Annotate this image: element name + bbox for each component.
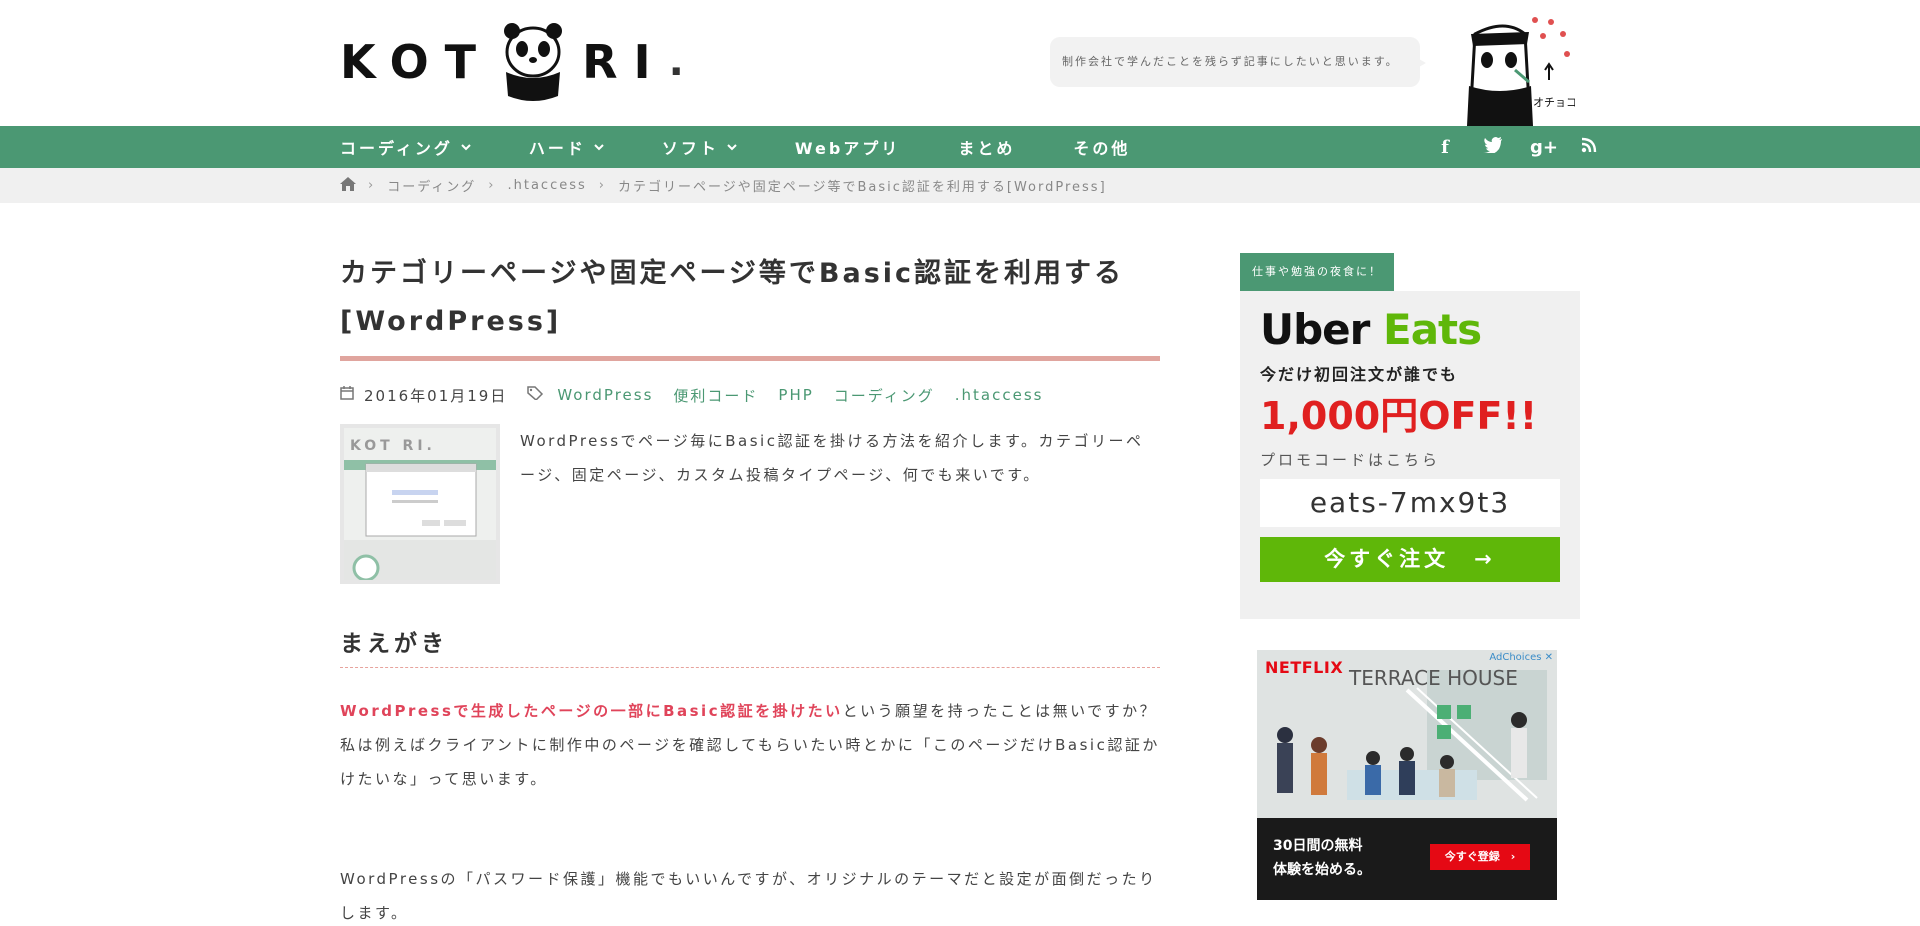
article-thumbnail: KOT RI. <box>340 424 500 584</box>
body-paragraph: 私は例えばクライアントに制作中のページを確認してもらいたい時とかに「このページだ… <box>340 736 1160 788</box>
chevron-down-icon <box>461 141 471 154</box>
ad-text-line2: 体験を始める。 <box>1273 862 1371 878</box>
promo-line: 今だけ初回注文が誰でも <box>1260 365 1459 384</box>
nav-item-label: まとめ <box>958 139 1016 158</box>
tag-link[interactable]: WordPress <box>557 386 653 404</box>
ad-text-line1: 30日間の無料 <box>1273 838 1363 854</box>
promo-discount: 1,000円OFF!! <box>1260 394 1538 438</box>
social-links: f g+ <box>1408 126 1600 168</box>
logo-text-left: KOT <box>340 35 493 89</box>
chevron-down-icon <box>727 141 737 154</box>
rss-icon[interactable] <box>1578 137 1600 158</box>
sidebar-label: 仕事や勉強の夜食に！ <box>1240 253 1394 291</box>
svg-text:KOT RI.: KOT RI. <box>350 438 436 454</box>
chevron-down-icon <box>594 141 604 154</box>
promo-code[interactable]: eats-7mx9t3 <box>1260 479 1560 527</box>
breadcrumb-item-coding[interactable]: コーディング <box>387 176 476 195</box>
tag-link[interactable]: .htaccess <box>955 386 1044 404</box>
ad-footer: 30日間の無料 体験を始める。 今すぐ登録 › <box>1257 818 1557 900</box>
promo-code-label: プロモコードはこちら <box>1260 451 1441 469</box>
body-paragraph: WordPressで生成したページの一部にBasic認証を掛けたいという願望を持… <box>340 694 1160 728</box>
site-logo[interactable]: KOT RI . <box>340 22 684 102</box>
netflix-ad[interactable]: NETFLIX AdChoices ✕ TERRACE HOUSE 30日間の無… <box>1257 650 1557 900</box>
nav-item-label: コーディング <box>340 139 453 158</box>
article-body: WordPressで生成したページの一部にBasic認証を掛けたいという願望を持… <box>340 694 1160 796</box>
article-meta: 2016年01月19日 WordPress 便利コード PHP コーディング .… <box>340 380 1063 410</box>
uber-eats-logo: Uber Eats <box>1260 305 1482 354</box>
section-heading: まえがき <box>340 624 1160 668</box>
nav-item-coding[interactable]: コーディング <box>340 135 471 159</box>
breadcrumb-current: カテゴリーページや固定ページ等でBasic認証を利用する[WordPress] <box>617 180 1107 195</box>
ad-show-title: TERRACE HOUSE <box>1349 666 1518 690</box>
uber-eats-promo: Uber Eats 今だけ初回注文が誰でも 1,000円OFF!! プロモコード… <box>1240 291 1580 619</box>
article-title: カテゴリーページや固定ページ等でBasic認証を利用する [WordPress] <box>340 250 1160 346</box>
breadcrumb-separator: › <box>488 178 496 193</box>
nav-item-software[interactable]: ソフト <box>662 135 737 159</box>
facebook-icon[interactable]: f <box>1434 137 1456 158</box>
google-plus-icon[interactable]: g+ <box>1530 137 1558 158</box>
nav-item-summary[interactable]: まとめ <box>958 135 1015 159</box>
nav-item-label: その他 <box>1073 139 1131 158</box>
main-navigation: コーディング ハード ソフト Webアプリ まとめ その他 f g+ <box>0 126 1920 168</box>
site-header: KOT RI . 制作会社で学んだことを残らず記事にしたいと思います。 オチョコ <box>0 0 1920 126</box>
ad-signup-button[interactable]: 今すぐ登録 › <box>1430 844 1530 870</box>
breadcrumb-item-htaccess[interactable]: .htaccess <box>508 178 587 193</box>
breadcrumb-separator: › <box>368 178 376 193</box>
article-date: 2016年01月19日 <box>364 386 508 405</box>
article-title-line1: カテゴリーページや固定ページ等でBasic認証を利用する <box>340 258 1125 289</box>
tag-icon <box>527 386 545 404</box>
breadcrumb-trail: › コーディング › .htaccess › カテゴリーページや固定ページ等でB… <box>340 168 1107 203</box>
logo-dot: . <box>668 39 684 85</box>
logo-text-right: RI <box>582 35 667 89</box>
netflix-logo: NETFLIX <box>1265 658 1344 677</box>
nav-item-webapp[interactable]: Webアプリ <box>795 135 900 159</box>
highlight-text: WordPressで生成したページの一部にBasic認証を掛けたい <box>340 702 843 720</box>
article-intro: WordPressでページ毎にBasic認証を掛ける方法を紹介します。カテゴリー… <box>520 432 1144 484</box>
mascot-caption: オチョコ <box>1533 96 1575 109</box>
nav-item-label: ハード <box>528 139 586 158</box>
ad-text: 30日間の無料 体験を始める。 <box>1273 834 1371 882</box>
body-paragraph: WordPressの「パスワード保護」機能でもいいんですが、オリジナルのテーマだ… <box>340 870 1157 922</box>
uber-brand: Uber <box>1260 305 1370 354</box>
nav-item-hardware[interactable]: ハード <box>529 135 604 159</box>
home-icon[interactable] <box>340 176 356 195</box>
tag-link[interactable]: コーディング <box>834 385 935 406</box>
tag-link[interactable]: PHP <box>778 386 813 404</box>
calendar-icon <box>340 386 354 404</box>
nav-item-other[interactable]: その他 <box>1073 135 1130 159</box>
breadcrumb-separator: › <box>598 178 606 193</box>
article-title-line2: [WordPress] <box>340 306 562 337</box>
breadcrumb: › コーディング › .htaccess › カテゴリーページや固定ページ等でB… <box>0 168 1920 203</box>
panda-mascot-illustration: オチョコ <box>1455 14 1577 126</box>
ad-choices-link[interactable]: AdChoices ✕ <box>1489 652 1553 663</box>
tagline-bubble: 制作会社で学んだことを残らず記事にしたいと思います。 <box>1050 37 1426 87</box>
nav-item-label: ソフト <box>661 139 719 158</box>
title-underline <box>340 356 1160 361</box>
body-text-rest: という願望を持ったことは無いですか？ <box>842 702 1158 720</box>
tag-link[interactable]: 便利コード <box>673 385 758 406</box>
order-now-button[interactable]: 今すぐ注文 → <box>1260 537 1560 582</box>
eats-brand: Eats <box>1383 305 1482 354</box>
article: カテゴリーページや固定ページ等でBasic認証を利用する [WordPress]… <box>340 250 1160 922</box>
twitter-icon[interactable] <box>1482 136 1504 158</box>
nav-menu: コーディング ハード ソフト Webアプリ まとめ その他 <box>340 126 1188 168</box>
panda-logo-icon <box>498 22 568 102</box>
nav-item-label: Webアプリ <box>794 139 901 158</box>
